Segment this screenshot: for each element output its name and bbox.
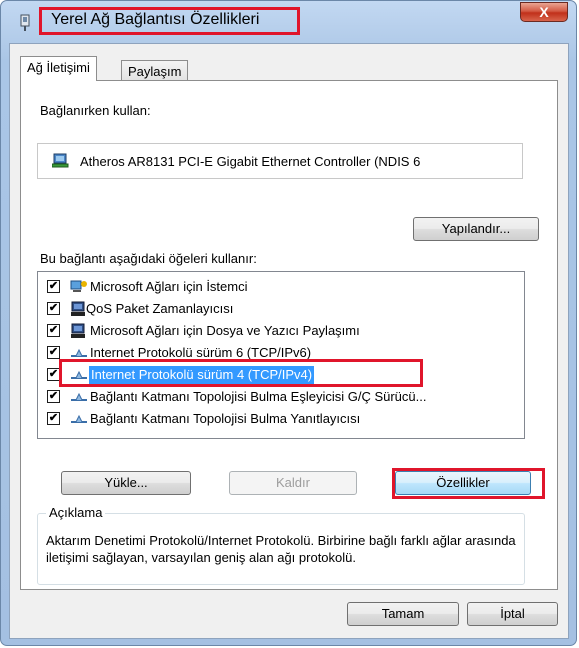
uninstall-button-label: Kaldır bbox=[276, 475, 310, 490]
cancel-button[interactable]: İptal bbox=[467, 602, 558, 626]
network-adapter-icon bbox=[20, 14, 30, 31]
dialog-window: Yerel Ağ Bağlantısı Özellikleri X Ağ İle… bbox=[0, 0, 577, 646]
item-checkbox[interactable]: ✔ bbox=[47, 280, 60, 293]
ipv4-highlight-box bbox=[59, 359, 423, 387]
list-item[interactable]: ✔ Microsoft Ağları için İstemci bbox=[38, 276, 524, 298]
list-item[interactable]: ✔ Bağlantı Katmanı Topolojisi Bulma Eşle… bbox=[38, 386, 524, 408]
configure-button[interactable]: Yapılandır... bbox=[413, 217, 539, 241]
network-card-icon bbox=[52, 153, 69, 168]
description-text: Aktarım Denetimi Protokolü/Internet Prot… bbox=[46, 533, 516, 565]
adapter-name: Atheros AR8131 PCI-E Gigabit Ethernet Co… bbox=[80, 154, 421, 169]
list-item[interactable]: ✔ Microsoft Ağları için Dosya ve Yazıcı … bbox=[38, 320, 524, 342]
uninstall-button: Kaldır bbox=[229, 471, 357, 495]
item-label: Microsoft Ağları için İstemci bbox=[90, 279, 248, 294]
items-label: Bu bağlantı aşağıdaki öğeleri kullanır: bbox=[40, 251, 257, 266]
configure-button-label: Yapılandır... bbox=[441, 221, 511, 236]
item-checkbox[interactable]: ✔ bbox=[47, 324, 60, 337]
ok-button[interactable]: Tamam bbox=[347, 602, 459, 626]
tab-networking[interactable]: Ağ İletişimi bbox=[20, 56, 97, 81]
item-label: QoS Paket Zamanlayıcısı bbox=[86, 301, 234, 316]
item-checkbox[interactable]: ✔ bbox=[47, 346, 60, 359]
item-label: Internet Protokolü sürüm 6 (TCP/IPv6) bbox=[90, 345, 312, 360]
dialog-client-area: Ağ İletişimi Paylaşım Bağlanırken kullan… bbox=[9, 43, 569, 639]
window-title: Yerel Ağ Bağlantısı Özellikleri bbox=[51, 11, 260, 28]
components-list[interactable]: ✔ Microsoft Ağları için İstemci ✔ QoS Pa… bbox=[37, 271, 525, 439]
item-checkbox[interactable]: ✔ bbox=[47, 412, 60, 425]
connect-using-label: Bağlanırken kullan: bbox=[40, 103, 151, 118]
tab-panel: Bağlanırken kullan: Atheros AR8131 PCI-E… bbox=[20, 80, 558, 590]
ok-button-label: Tamam bbox=[381, 606, 425, 621]
item-label: Bağlantı Katmanı Topolojisi Bulma Yanıtl… bbox=[90, 411, 361, 426]
adapter-field[interactable]: Atheros AR8131 PCI-E Gigabit Ethernet Co… bbox=[37, 143, 523, 179]
protocol-icon bbox=[71, 414, 87, 423]
list-item[interactable]: ✔ Bağlantı Katmanı Topolojisi Bulma Yanı… bbox=[38, 408, 524, 430]
list-item[interactable]: ✔ QoS Paket Zamanlayıcısı bbox=[38, 298, 524, 320]
item-checkbox[interactable]: ✔ bbox=[47, 390, 60, 403]
description-group: Açıklama Aktarım Denetimi Protokolü/Inte… bbox=[37, 505, 525, 585]
description-title: Açıklama bbox=[46, 505, 106, 520]
service-icon bbox=[71, 323, 85, 338]
properties-highlight-box bbox=[392, 468, 545, 499]
protocol-icon bbox=[71, 392, 87, 401]
item-label: Bağlantı Katmanı Topolojisi Bulma Eşleyi… bbox=[90, 389, 427, 404]
tab-sharing[interactable]: Paylaşım bbox=[121, 60, 189, 81]
title-bar[interactable]: Yerel Ağ Bağlantısı Özellikleri X bbox=[1, 1, 576, 43]
network-client-icon bbox=[70, 280, 87, 292]
item-checkbox[interactable]: ✔ bbox=[47, 302, 60, 315]
cancel-button-label: İptal bbox=[500, 606, 525, 621]
close-button[interactable]: X bbox=[520, 2, 568, 22]
install-button[interactable]: Yükle... bbox=[61, 471, 191, 495]
install-button-label: Yükle... bbox=[104, 475, 148, 490]
item-label: Microsoft Ağları için Dosya ve Yazıcı Pa… bbox=[90, 323, 360, 338]
